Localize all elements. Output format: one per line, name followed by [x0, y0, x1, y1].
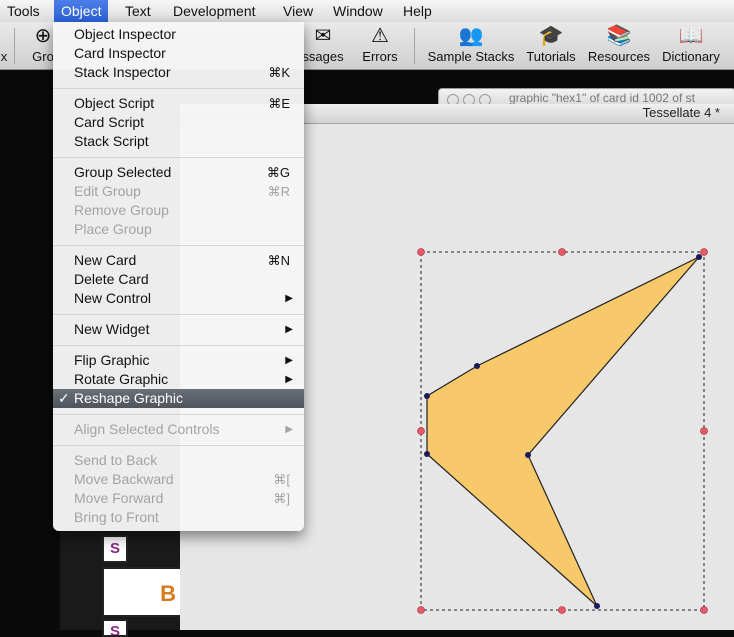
menu-separator: [53, 314, 304, 315]
shortcut-label: ⌘E: [268, 96, 290, 111]
resize-handle[interactable]: [700, 427, 708, 435]
menu-item-send-to-back: Send to Back: [74, 452, 158, 468]
menu-item-stack-inspector[interactable]: Stack Inspector ⌘K: [53, 63, 304, 82]
resize-handle[interactable]: [700, 248, 708, 256]
shortcut-label: ⌘N: [267, 253, 290, 268]
menu-item-move-forward: Move Forward ⌘]: [74, 490, 290, 506]
submenu-arrow-icon: ▶: [285, 374, 293, 385]
menu-separator: [53, 157, 304, 158]
submenu-arrow-icon: ▶: [285, 324, 293, 335]
vertex-handle[interactable]: [474, 363, 480, 369]
resize-handle[interactable]: [700, 606, 708, 614]
menu-separator: [53, 245, 304, 246]
menu-item-align-selected-controls: Align Selected Controls ▶: [74, 421, 293, 437]
reshape-graphic-shape[interactable]: [426, 256, 700, 607]
menu-separator: [53, 414, 304, 415]
vertex-handle[interactable]: [594, 603, 600, 609]
vertex-handle[interactable]: [696, 254, 702, 260]
resize-handle[interactable]: [417, 427, 425, 435]
object-menu-dropdown: Object Inspector Card Inspector Stack In…: [53, 22, 304, 531]
resize-handle[interactable]: [558, 606, 566, 614]
vertex-handle[interactable]: [424, 451, 430, 457]
checkmark-icon: ✓: [58, 390, 70, 406]
menu-item-object-inspector[interactable]: Object Inspector: [53, 25, 304, 44]
menu-item-card-script[interactable]: Card Script: [53, 113, 304, 132]
menu-separator: [53, 445, 304, 446]
submenu-arrow-icon: ▶: [285, 355, 293, 366]
menu-item-object-script[interactable]: Object Script ⌘E: [53, 94, 304, 113]
menu-item-new-widget[interactable]: New Widget ▶: [53, 320, 304, 339]
vertex-handle[interactable]: [525, 452, 531, 458]
menu-item-rotate-graphic[interactable]: Rotate Graphic ▶: [53, 370, 304, 389]
menu-separator: [53, 88, 304, 89]
shortcut-label: ⌘G: [266, 165, 290, 180]
menu-item-move-backward: Move Backward ⌘[: [74, 471, 290, 487]
vertex-handle[interactable]: [424, 393, 430, 399]
menu-item-edit-group: Edit Group ⌘R: [74, 183, 290, 199]
submenu-arrow-icon: ▶: [285, 293, 293, 304]
menu-item-new-card[interactable]: New Card ⌘N: [53, 251, 304, 270]
resize-handle[interactable]: [417, 606, 425, 614]
menu-item-delete-card[interactable]: Delete Card: [53, 270, 304, 289]
menu-item-new-control[interactable]: New Control ▶: [53, 289, 304, 308]
shortcut-label: ⌘[: [273, 472, 290, 487]
shortcut-label: ⌘]: [273, 491, 290, 506]
menu-item-place-group: Place Group: [74, 221, 152, 237]
shortcut-label: ⌘R: [267, 184, 290, 199]
resize-handle[interactable]: [558, 248, 566, 256]
menu-item-bring-to-front: Bring to Front: [74, 509, 159, 525]
menu-separator: [53, 345, 304, 346]
shortcut-label: ⌘K: [268, 65, 290, 80]
menu-item-reshape-graphic[interactable]: ✓ Reshape Graphic: [53, 389, 304, 408]
menu-item-group-selected[interactable]: Group Selected ⌘G: [53, 163, 304, 182]
resize-handle[interactable]: [417, 248, 425, 256]
submenu-arrow-icon: ▶: [285, 424, 293, 435]
menu-item-flip-graphic[interactable]: Flip Graphic ▶: [53, 351, 304, 370]
menu-item-remove-group: Remove Group: [74, 202, 169, 218]
menu-item-stack-script[interactable]: Stack Script: [53, 132, 304, 151]
menu-item-card-inspector[interactable]: Card Inspector: [53, 44, 304, 63]
